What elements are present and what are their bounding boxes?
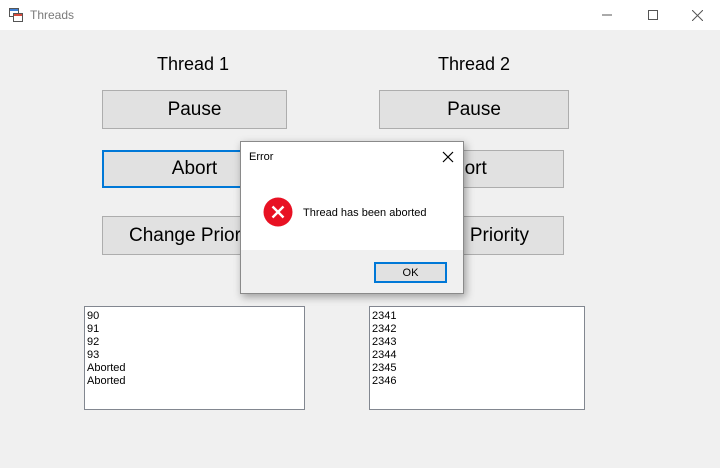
- minimize-button[interactable]: [584, 0, 630, 30]
- app-icon: [9, 8, 23, 22]
- minimize-icon: [602, 14, 612, 16]
- thread2-change-priority-button[interactable]: e Priority: [449, 216, 564, 255]
- list-item[interactable]: 92: [87, 336, 302, 349]
- list-item[interactable]: 2345: [372, 362, 582, 375]
- maximize-button[interactable]: [630, 0, 676, 30]
- list-item[interactable]: 2346: [372, 375, 582, 388]
- thread2-listbox[interactable]: 2341 2342 2343 2344 2345 2346: [369, 306, 585, 410]
- thread2-pause-button[interactable]: Pause: [379, 90, 569, 129]
- dialog-close-button[interactable]: [437, 146, 459, 168]
- thread1-pause-button[interactable]: Pause: [102, 90, 287, 129]
- close-icon: [442, 151, 454, 163]
- error-icon: [263, 197, 293, 227]
- list-item[interactable]: 2342: [372, 323, 582, 336]
- list-item[interactable]: 2343: [372, 336, 582, 349]
- close-icon: [691, 9, 703, 21]
- list-item[interactable]: Aborted: [87, 362, 302, 375]
- list-item[interactable]: 91: [87, 323, 302, 336]
- ok-button[interactable]: OK: [374, 262, 447, 283]
- maximize-icon: [648, 10, 658, 20]
- thread2-title: Thread 2: [438, 54, 511, 74]
- list-item[interactable]: 2344: [372, 349, 582, 362]
- thread1-title: Thread 1: [157, 54, 230, 74]
- error-dialog: Error Thread has been aborted OK: [240, 141, 464, 294]
- list-item[interactable]: 90: [87, 310, 302, 323]
- dialog-body: [241, 142, 463, 250]
- dialog-message: Thread has been aborted: [303, 207, 427, 219]
- window-close-button[interactable]: [674, 0, 720, 30]
- window-title: Threads: [30, 8, 75, 22]
- list-item[interactable]: Aborted: [87, 375, 302, 388]
- list-item[interactable]: 93: [87, 349, 302, 362]
- thread1-listbox[interactable]: 90 91 92 93 Aborted Aborted: [84, 306, 305, 410]
- list-item[interactable]: 2341: [372, 310, 582, 323]
- title-bar: Threads: [0, 0, 720, 30]
- thread2-abort-button[interactable]: bort: [449, 150, 564, 188]
- dialog-title: Error: [249, 151, 274, 163]
